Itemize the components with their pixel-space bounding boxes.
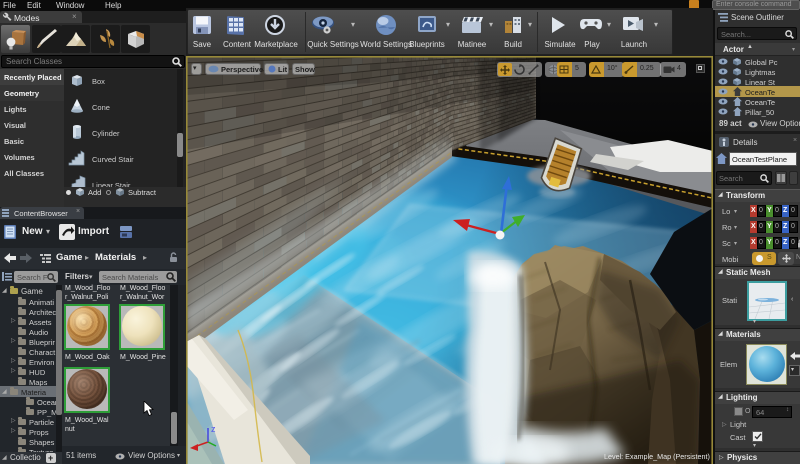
- svg-text:z: z: [211, 424, 216, 434]
- svg-text:Level: Example_Map (Persisten: Level: Example_Map (Persistent): [604, 452, 710, 461]
